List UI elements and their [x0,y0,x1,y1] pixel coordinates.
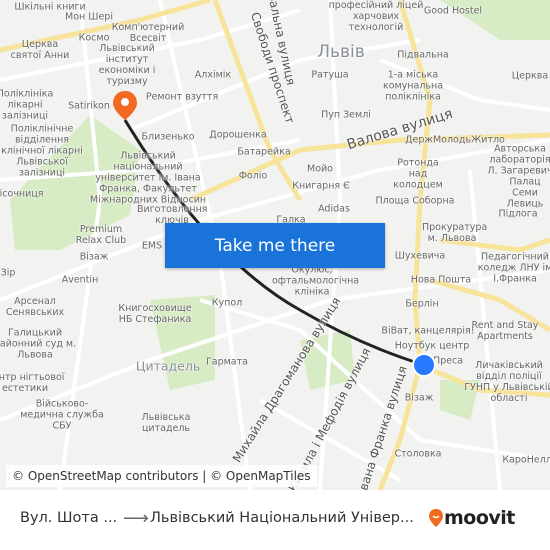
map-label: Good Hostel [423,5,483,17]
map-label: Столовка [394,448,442,460]
map-label: Берлін [405,298,439,310]
map-label: Аventін [61,274,99,286]
map-label: Фоліо [238,170,268,182]
map-label: Rent and Stay Apartments [471,320,539,342]
map-label: Львівський інститут економіки і туризму [98,43,156,87]
map-label: Військово-медична служба СБУ [20,398,104,432]
map-label: Комп'ютерний Всесвіт [111,22,185,44]
map-label: Палац Семи Левиць [506,176,544,210]
map-label: КароНелла [502,454,550,466]
map-label: Алхімік [194,69,232,81]
map-label: Візаж [404,392,434,404]
map-label: Поліклінічне відділення клінічної лікарн… [1,123,83,179]
map-label: Львівська цитадель [141,412,191,434]
map-label: Adidas [318,203,350,215]
map-label: Нова Пошта [410,274,472,286]
map-label: Купол [211,297,243,309]
moovit-logo[interactable]: moovit [428,507,515,529]
map-label: Satirikon [68,100,110,112]
map-label: Окулюс, офтальмологічна клініка [272,264,360,298]
map[interactable]: Шкільні книги Мон Шері Комп'ютерний Всес… [0,0,550,490]
map-label: Близенько [141,131,195,143]
map-label: Дорошенка [209,129,267,141]
map-label: Батарейка [237,146,291,158]
map-label: ВіВат, канцелярія! [381,325,475,337]
arrow-right-icon: ⟶ [123,508,149,529]
map-label: Церква [511,70,549,82]
map-label: Книгарня Є [292,180,350,192]
map-label: Прокуратура м. Львова [422,222,488,244]
take-me-there-button[interactable]: Take me there [165,223,385,268]
map-label: Поліклініка лікарні залізниці [0,88,54,122]
moovit-pin-icon [429,509,443,527]
map-label: Ратуша [311,69,349,81]
map-label: Львівський національний університет ім. … [89,150,207,206]
brand-name: moovit [444,507,515,529]
map-label: Візаж [79,251,109,263]
map-label: Ноутбук центр [394,340,470,352]
origin-dot-icon[interactable] [411,352,437,378]
map-label: Шухевича [394,250,446,262]
map-label: Центр нігтьової естетики [0,372,65,394]
map-label: Педагогічний коледж ЛНУ ім І.Франка [477,251,550,285]
map-label: Арсенал Сенявських [5,296,65,318]
map-label: Цитадель [135,358,201,374]
map-label: Преса [432,355,464,367]
map-label: Космо [78,32,110,44]
map-label: Підвальна [397,49,449,61]
destination-name: Львівський Національний Універ... [150,510,414,526]
map-label: Ремонт взуття [145,91,219,103]
map-label: Площа Соборна [375,195,455,207]
bottom-bar: Вул. Шота ... ⟶ Львівський Національний … [0,490,550,550]
map-label: Пісочниця [0,188,44,200]
map-label: Мон Шері [65,11,113,23]
map-label: Premium Relax Club [75,224,127,246]
map-label: Церква святої Анни [10,39,70,61]
map-label: EMS [141,240,163,252]
map-label: Мойо [307,163,333,175]
destination-pin-icon[interactable] [112,90,142,126]
origin-name: Вул. Шота ... [20,510,118,526]
map-label: Личаківський відділ поліції ГУНП у Львів… [464,360,550,404]
map-label: Книгосховище НБ Стефаника [118,303,192,325]
map-label: Ротонда над колодцем [393,157,443,191]
map-attribution[interactable]: © OpenStreetMap contributors | © OpenMap… [6,465,317,487]
map-label: Авторська лабораторія Л. Загаревич [487,143,550,177]
map-label: Пуп Землі [321,109,371,121]
map-label: Зір [0,267,16,279]
map-label: 1-а міська комунальна поліклініка [382,69,444,103]
map-label: Гармата [206,356,248,368]
map-label: Підлога [498,208,538,220]
map-label: Львів [317,42,365,62]
map-label: Галицький районний суд м. Львова [0,327,77,361]
map-label: Львівський професійний ліцей харчових те… [328,0,424,33]
